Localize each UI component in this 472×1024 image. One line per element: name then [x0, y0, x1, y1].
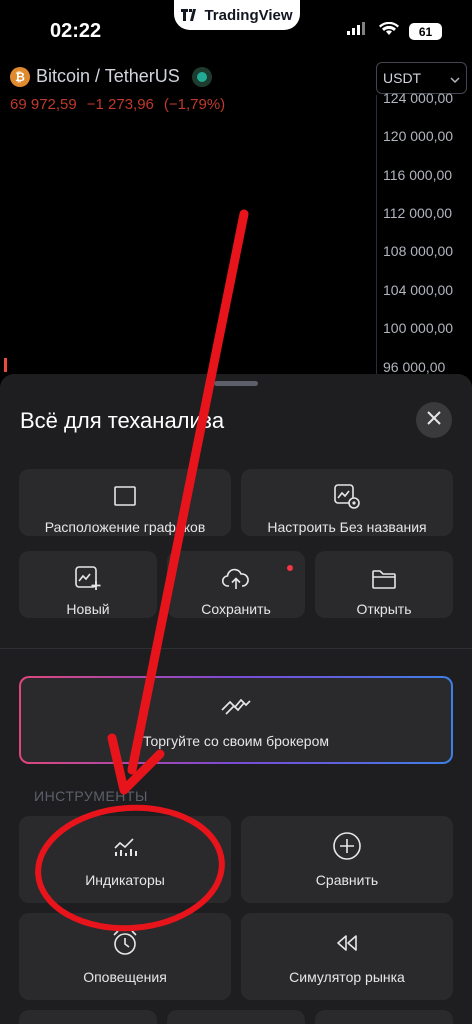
status-time: 02:22 — [50, 20, 102, 42]
compare-label: Сравнить — [315, 872, 379, 888]
price-tick: 116 000,00 — [383, 167, 453, 183]
handshake-icon — [220, 694, 252, 721]
more-tool-button[interactable] — [315, 1010, 453, 1024]
chevron-down-icon — [450, 70, 460, 86]
price-tick: 96 000,00 — [383, 359, 446, 375]
wifi-icon — [379, 21, 399, 41]
more-tool-button[interactable] — [19, 1010, 157, 1024]
app-badge-label: TradingView — [204, 6, 293, 24]
price-tick: 124 000,00 — [383, 90, 454, 106]
price-change: −1 273,96 — [86, 96, 154, 113]
app-badge: TradingView — [174, 0, 300, 30]
indicators-label: Индикаторы — [85, 872, 165, 888]
tools-section-label: ИНСТРУМЕНТЫ — [34, 788, 148, 804]
sheet-title: Всё для теханализа — [20, 408, 225, 433]
open-button[interactable]: Открыть — [315, 551, 453, 618]
indicators-button[interactable]: Индикаторы — [19, 816, 231, 903]
status-bar: 02:22 TradingView 61 — [0, 0, 472, 60]
customize-chart-button[interactable]: Настроить Без названия — [241, 469, 453, 536]
price-tick: 112 000,00 — [383, 205, 453, 221]
folder-icon — [371, 565, 397, 593]
indicators-icon — [112, 832, 138, 860]
symbol-header[interactable]: ₿ Bitcoin / TetherUS — [10, 66, 212, 87]
price-change-pct: (−1,79%) — [163, 96, 226, 113]
close-icon — [427, 410, 441, 430]
price-tick: 104 000,00 — [383, 282, 454, 298]
price-tick: 120 000,00 — [383, 128, 454, 144]
signal-icon — [347, 22, 369, 41]
close-button[interactable] — [416, 402, 452, 438]
rewind-icon — [335, 929, 359, 957]
candle — [4, 358, 7, 372]
price-tick: 108 000,00 — [383, 243, 454, 259]
price-row: 69 972,59 −1 273,96 (−1,79%) — [10, 96, 225, 113]
price-axis[interactable]: 124 000,00 120 000,00 116 000,00 112 000… — [376, 90, 472, 380]
layout-label: Расположение графиков — [44, 519, 206, 535]
currency-value: USDT — [383, 70, 422, 86]
broker-label: Торгуйте со своим брокером — [143, 733, 329, 749]
alerts-button[interactable]: Оповещения — [19, 913, 231, 1000]
battery-icon: 61 — [409, 23, 442, 40]
compare-button[interactable]: Сравнить — [241, 816, 453, 903]
cloud-upload-icon — [221, 565, 251, 593]
new-chart-icon — [74, 565, 102, 593]
open-label: Открыть — [356, 601, 412, 617]
sheet-grabber[interactable] — [214, 381, 258, 386]
market-replay-label: Симулятор рынка — [289, 969, 405, 985]
status-indicators: 61 — [347, 21, 442, 41]
analysis-sheet: Всё для теханализа Расположение графиков… — [0, 374, 472, 1024]
alerts-label: Оповещения — [83, 969, 167, 985]
market-status-icon — [191, 66, 212, 87]
new-chart-label: Новый — [66, 601, 110, 617]
broker-button[interactable]: Торгуйте со своим брокером — [19, 676, 453, 764]
customize-label: Настроить Без названия — [267, 519, 427, 535]
price-tick: 100 000,00 — [383, 320, 454, 336]
more-tool-button[interactable] — [167, 1010, 305, 1024]
market-replay-button[interactable]: Симулятор рынка — [241, 913, 453, 1000]
symbol-name[interactable]: Bitcoin / TetherUS — [36, 66, 180, 87]
tradingview-logo-icon — [181, 9, 199, 21]
square-icon — [113, 483, 137, 511]
bitcoin-icon: ₿ — [10, 66, 30, 87]
layout-button[interactable]: Расположение графиков — [19, 469, 231, 536]
last-price: 69 972,59 — [10, 96, 77, 113]
chart-settings-icon — [333, 483, 361, 511]
save-label: Сохранить — [201, 601, 271, 617]
alarm-icon — [111, 929, 139, 957]
unsaved-dot — [287, 565, 293, 571]
save-button[interactable]: Сохранить — [167, 551, 305, 618]
divider — [0, 648, 472, 649]
plus-circle-icon — [332, 832, 362, 860]
new-chart-button[interactable]: Новый — [19, 551, 157, 618]
